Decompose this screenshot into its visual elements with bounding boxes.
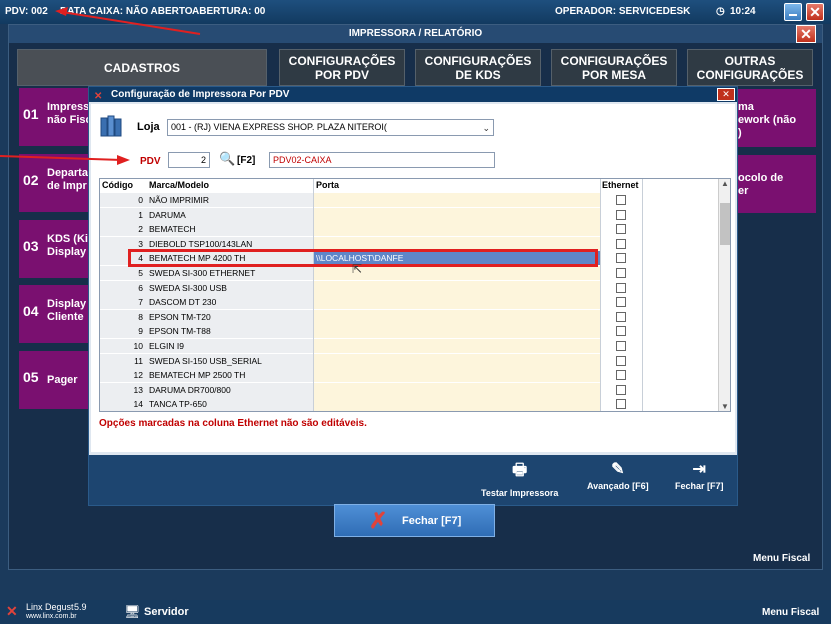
annotation-arrow: [0, 155, 123, 161]
annotation-arrows: [0, 7, 201, 165]
computer-icon: 🖥: [124, 604, 141, 619]
arrow-head: [55, 7, 68, 16]
brand-name: Linx Degust: [26, 602, 74, 612]
annotation-arrow: [61, 11, 201, 35]
version: 5.9: [74, 602, 87, 612]
menu-fiscal-button[interactable]: Menu Fiscal: [762, 607, 819, 618]
bottom-status-bar: ✕ Linx Degust 5.9 www.linx.com.br 🖥 Serv…: [0, 600, 831, 624]
brand-site: www.linx.com.br: [26, 613, 77, 620]
linx-logo-icon: ✕: [6, 603, 18, 619]
server-label: Servidor: [144, 606, 189, 618]
arrow-head: [117, 155, 130, 165]
mouse-cursor-icon: ⇱: [352, 262, 363, 276]
